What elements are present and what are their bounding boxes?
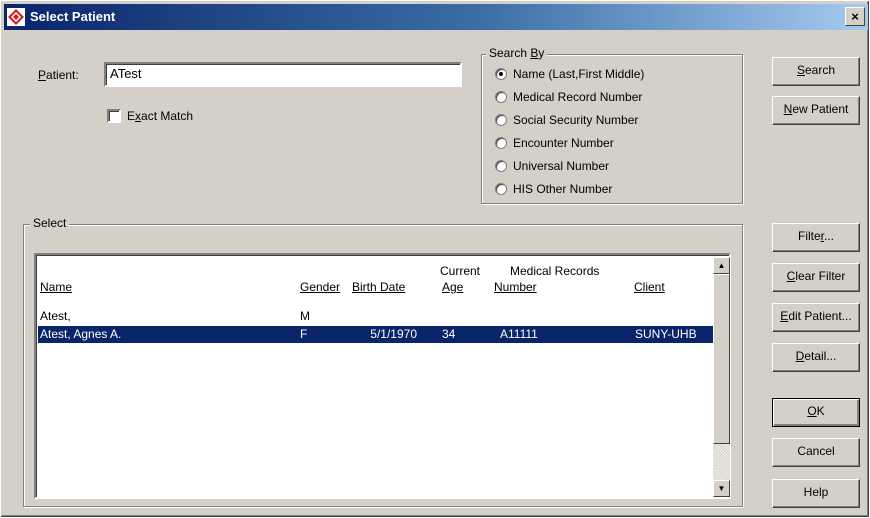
close-button[interactable]: ×	[845, 7, 865, 26]
search-button[interactable]: Search	[772, 57, 860, 86]
patient-input-value: ATest	[110, 66, 142, 81]
cell-age: 34	[442, 327, 456, 341]
cell-gender: F	[300, 327, 308, 341]
table-row[interactable]: Atest, M	[38, 308, 713, 325]
col-header-name[interactable]: Name	[40, 280, 72, 294]
cell-gender: M	[300, 309, 310, 323]
patient-input[interactable]: ATest	[104, 62, 462, 87]
detail-button[interactable]: Detail...	[772, 343, 860, 372]
filter-button[interactable]: Filter...	[772, 223, 860, 252]
select-patient-dialog: Select Patient × Patient: ATest Exact Ma…	[0, 0, 870, 518]
col-header-client[interactable]: Client	[634, 280, 665, 294]
col-header-age-top: Current	[440, 264, 481, 278]
col-header-mr-number[interactable]: Number	[494, 280, 537, 294]
cell-birth-date: 5/1/1970	[370, 327, 417, 341]
ok-button[interactable]: OK	[772, 398, 860, 427]
arrow-up-icon: ▲	[717, 261, 726, 270]
search-by-option-label: Name (Last,First Middle)	[513, 67, 645, 81]
col-header-birth-date[interactable]: Birth Date	[352, 280, 405, 294]
new-patient-button[interactable]: New Patient	[772, 96, 860, 125]
search-by-option-label: Social Security Number	[513, 113, 639, 127]
arrow-down-icon: ▼	[717, 484, 726, 493]
radio-icon[interactable]	[495, 160, 507, 172]
search-by-option-label: Medical Record Number	[513, 90, 643, 104]
app-icon	[7, 8, 25, 26]
clear-filter-button[interactable]: Clear Filter	[772, 263, 860, 292]
radio-icon[interactable]	[495, 114, 507, 126]
exact-match-label[interactable]: Exact Match	[127, 109, 193, 123]
table-row[interactable]: Atest, Agnes A. F 5/1/1970 34 A11111 SUNY-UHB	[38, 326, 713, 343]
patient-label: Patient:	[38, 68, 79, 82]
cell-name: Atest, Agnes A.	[40, 327, 122, 341]
radio-icon[interactable]	[495, 137, 507, 149]
title-bar[interactable]: Select Patient ×	[4, 4, 868, 30]
edit-patient-button[interactable]: Edit Patient...	[772, 303, 860, 332]
exact-match-checkbox[interactable]	[107, 109, 121, 123]
close-icon: ×	[851, 9, 859, 24]
radio-icon[interactable]	[495, 91, 507, 103]
patient-list[interactable]: Name Gender Birth Date Current Age Medic…	[34, 253, 731, 499]
help-button-label: Help	[803, 485, 829, 499]
help-button[interactable]: Help	[772, 479, 860, 508]
cell-name: Atest,	[40, 309, 71, 323]
col-header-gender[interactable]: Gender	[300, 280, 340, 294]
new-patient-button-label: ew Patient	[792, 102, 849, 116]
radio-selected-icon[interactable]	[495, 68, 507, 80]
search-button-label: earch	[804, 63, 836, 77]
vertical-scrollbar[interactable]: ▲ ▼	[713, 257, 730, 497]
col-header-mr-top: Medical Records	[510, 264, 600, 278]
radio-icon[interactable]	[495, 183, 507, 195]
search-by-option-label: Universal Number	[513, 159, 610, 173]
col-header-age[interactable]: Age	[442, 280, 463, 294]
window-title: Select Patient	[30, 9, 116, 24]
cancel-button-label: Cancel	[797, 444, 835, 458]
search-by-legend: Search By	[486, 46, 548, 60]
scroll-up-button[interactable]: ▲	[713, 257, 730, 274]
search-by-option-label: HIS Other Number	[513, 182, 613, 196]
scroll-thumb[interactable]	[713, 274, 730, 444]
scroll-down-button[interactable]: ▼	[713, 480, 730, 497]
cell-client: SUNY-UHB	[635, 327, 697, 341]
select-legend: Select	[30, 216, 70, 230]
cell-mr-number: A11111	[500, 327, 538, 341]
cancel-button[interactable]: Cancel	[772, 438, 860, 467]
search-by-option-label: Encounter Number	[513, 136, 614, 150]
radio-dot-icon	[499, 72, 503, 76]
